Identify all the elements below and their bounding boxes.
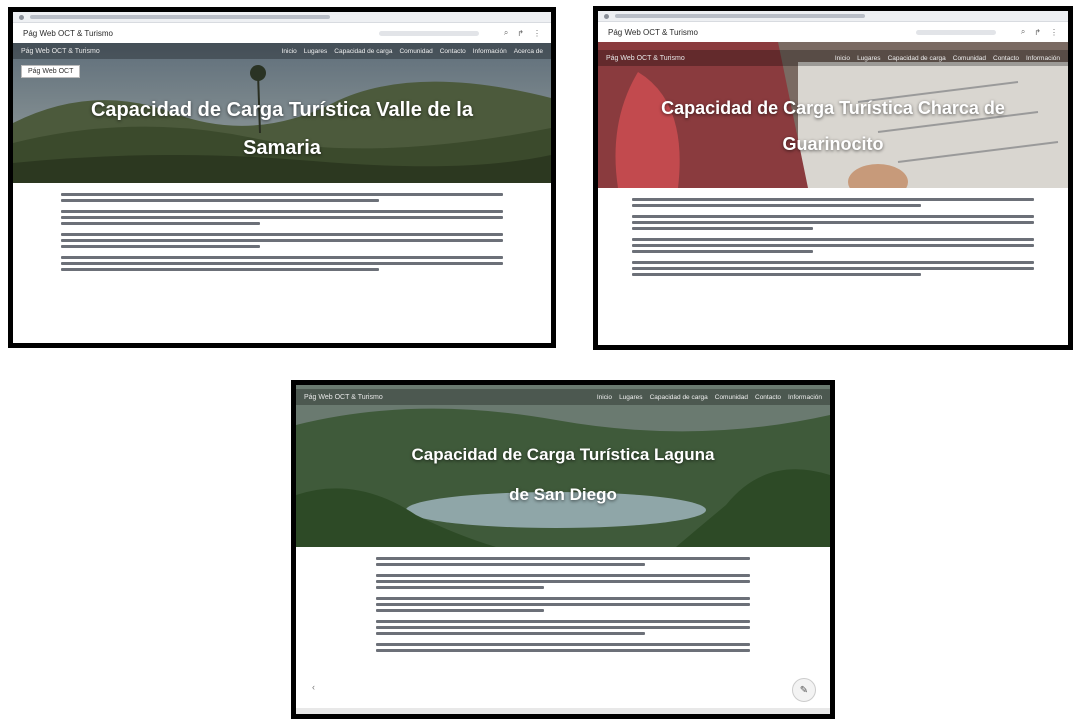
paragraph bbox=[376, 557, 750, 566]
search-icon[interactable]: ⌕ bbox=[504, 28, 508, 38]
site-title[interactable]: Pág Web OCT & Turismo bbox=[608, 28, 698, 37]
paragraph bbox=[61, 233, 503, 248]
top-nav: Pág Web OCT & Turismo Inicio Lugares Cap… bbox=[13, 43, 551, 59]
nav-item[interactable]: Lugares bbox=[304, 48, 328, 55]
menu-icon[interactable]: ⋮ bbox=[533, 29, 541, 38]
edit-icon[interactable]: ✎ bbox=[792, 678, 816, 702]
footer-strip bbox=[296, 708, 830, 714]
top-nav: Pág Web OCT & Turismo Inicio Lugares Cap… bbox=[598, 50, 1068, 66]
nav-brand[interactable]: Pág Web OCT & Turismo bbox=[304, 394, 383, 401]
article-body bbox=[296, 547, 830, 652]
screenshot-charca-guarinocito: Pág Web OCT & Turismo ⌕ ↱ ⋮ Pág Web OCT … bbox=[593, 6, 1073, 350]
nav-item[interactable]: Contacto bbox=[440, 48, 466, 55]
nav-item[interactable]: Contacto bbox=[993, 55, 1019, 62]
nav-item[interactable]: Información bbox=[1026, 55, 1060, 62]
article-body bbox=[598, 188, 1068, 276]
back-icon[interactable] bbox=[19, 14, 24, 20]
nav-item[interactable]: Lugares bbox=[619, 394, 643, 401]
site-header: Pág Web OCT & Turismo ⌕ ↱ ⋮ bbox=[598, 22, 1068, 42]
nav-item[interactable]: Contacto bbox=[755, 394, 781, 401]
top-nav: Pág Web OCT & Turismo Inicio Lugares Cap… bbox=[296, 389, 830, 405]
browser-url-bar[interactable] bbox=[13, 12, 551, 23]
nav-item[interactable]: Inicio bbox=[835, 55, 850, 62]
nav-item[interactable]: Capacidad de carga bbox=[334, 48, 392, 55]
paragraph bbox=[61, 210, 503, 225]
nav-items: Inicio Lugares Capacidad de carga Comuni… bbox=[597, 394, 822, 401]
browser-url-bar[interactable] bbox=[598, 11, 1068, 22]
article-body bbox=[13, 183, 551, 271]
search-icon[interactable]: ⌕ bbox=[1021, 27, 1025, 37]
menu-icon[interactable]: ⋮ bbox=[1050, 28, 1058, 37]
screenshot-laguna-san-diego: Pág Web OCT & Turismo Inicio Lugares Cap… bbox=[291, 380, 835, 719]
search-input[interactable] bbox=[915, 29, 996, 35]
nav-brand[interactable]: Pág Web OCT & Turismo bbox=[21, 48, 100, 55]
nav-item[interactable]: Acerca de bbox=[514, 48, 543, 55]
back-arrow-icon[interactable]: ‹ bbox=[312, 682, 315, 692]
paragraph bbox=[632, 215, 1034, 230]
back-icon[interactable] bbox=[604, 13, 609, 19]
address-field[interactable] bbox=[615, 14, 865, 18]
paragraph bbox=[632, 238, 1034, 253]
page-title: Capacidad de Carga Turística Charca de G… bbox=[661, 98, 1005, 154]
paragraph bbox=[632, 198, 1034, 207]
site-tools: ⌕ ↱ ⋮ bbox=[378, 28, 541, 38]
hero-banner: Pág Web OCT & Turismo Inicio Lugares Cap… bbox=[13, 43, 551, 183]
page-title: Capacidad de Carga Turística Valle de la… bbox=[90, 99, 473, 159]
nav-item[interactable]: Capacidad de carga bbox=[650, 394, 708, 401]
nav-brand[interactable]: Pág Web OCT & Turismo bbox=[606, 55, 685, 62]
site-title[interactable]: Pág Web OCT & Turismo bbox=[23, 29, 113, 38]
nav-item[interactable]: Inicio bbox=[282, 48, 297, 55]
search-input[interactable] bbox=[378, 30, 479, 36]
nav-items: Inicio Lugares Capacidad de carga Comuni… bbox=[282, 48, 543, 55]
paragraph bbox=[61, 193, 503, 202]
paragraph bbox=[632, 261, 1034, 276]
share-icon[interactable]: ↱ bbox=[517, 29, 524, 38]
site-tools: ⌕ ↱ ⋮ bbox=[915, 27, 1058, 37]
paragraph bbox=[376, 643, 750, 652]
page-title: Capacidad de Carga Turística Laguna de S… bbox=[411, 445, 715, 504]
nav-items: Inicio Lugares Capacidad de carga Comuni… bbox=[835, 55, 1060, 62]
nav-item[interactable]: Comunidad bbox=[953, 55, 986, 62]
share-icon[interactable]: ↱ bbox=[1034, 28, 1041, 37]
paragraph bbox=[376, 574, 750, 589]
nav-item[interactable]: Información bbox=[788, 394, 822, 401]
paragraph bbox=[376, 597, 750, 612]
page-badge[interactable]: Pág Web OCT bbox=[21, 65, 81, 78]
paragraph bbox=[61, 256, 503, 271]
nav-item[interactable]: Inicio bbox=[597, 394, 612, 401]
address-field[interactable] bbox=[30, 15, 330, 19]
nav-item[interactable]: Lugares bbox=[857, 55, 881, 62]
nav-item[interactable]: Capacidad de carga bbox=[888, 55, 946, 62]
hero-banner: Pág Web OCT & Turismo Inicio Lugares Cap… bbox=[296, 385, 830, 547]
nav-item[interactable]: Comunidad bbox=[715, 394, 748, 401]
nav-item[interactable]: Información bbox=[473, 48, 507, 55]
hero-banner: Pág Web OCT & Turismo Inicio Lugares Cap… bbox=[598, 42, 1068, 188]
site-header: Pág Web OCT & Turismo ⌕ ↱ ⋮ bbox=[13, 23, 551, 43]
paragraph bbox=[376, 620, 750, 635]
screenshot-valle-samaria: Pág Web OCT & Turismo ⌕ ↱ ⋮ Pág Web OCT … bbox=[8, 7, 556, 348]
nav-item[interactable]: Comunidad bbox=[399, 48, 432, 55]
